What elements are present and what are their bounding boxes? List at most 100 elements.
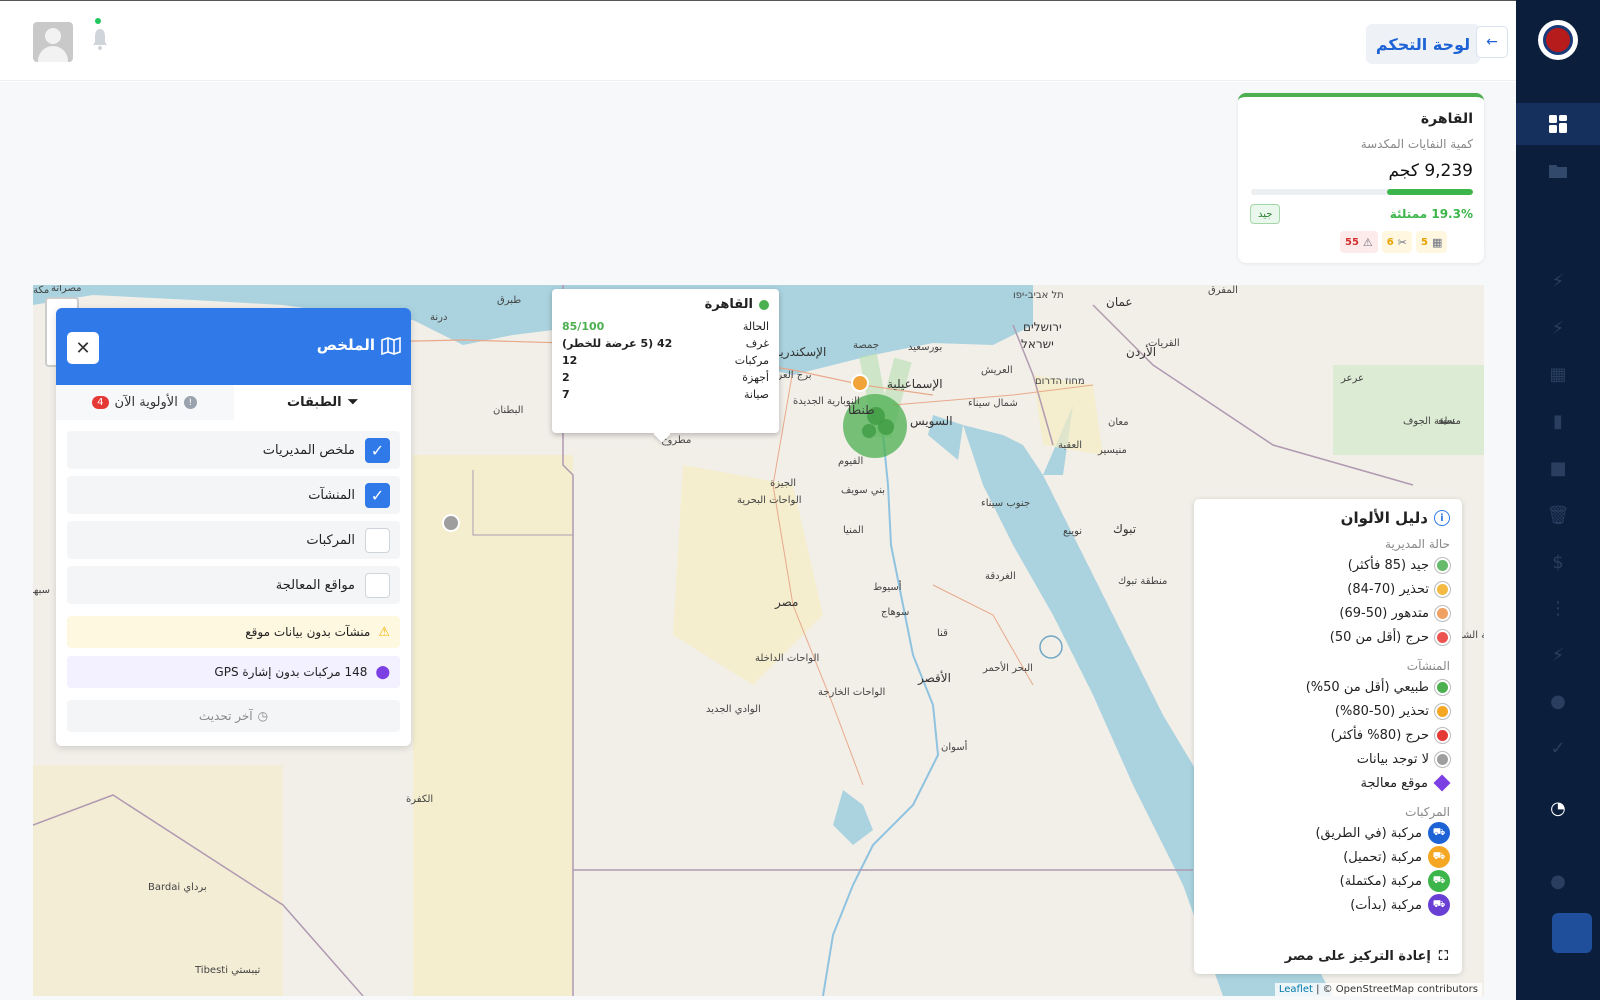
- checkbox-vehicles[interactable]: [365, 527, 390, 553]
- dashboard-icon: [1549, 115, 1567, 133]
- layer-row-vehicles[interactable]: المركبات: [67, 521, 400, 559]
- map-place-label: قنا: [937, 628, 948, 639]
- layer-row-directorates[interactable]: ✓ ملخص المديريات: [67, 431, 400, 469]
- breadcrumb-dashboard[interactable]: لوحة التحكم: [1366, 24, 1480, 64]
- map-place-label: البطنان: [493, 405, 524, 416]
- map-place-label: الواحات الداخلة: [755, 653, 820, 664]
- legend-label: موقع معالجة: [1360, 775, 1428, 791]
- sidebar-item-8[interactable]: ⋮: [1516, 587, 1600, 629]
- tooltip-table: الحالة 85/100 غرف 42 (5 عرضة للخطر) مركبات…: [562, 318, 769, 403]
- sidebar-item-12[interactable]: ◔: [1516, 787, 1600, 829]
- map-place-label: الواحات الخارجة: [818, 687, 886, 698]
- tab-priority-label: الأولوية الآن: [114, 395, 178, 410]
- avatar[interactable]: [33, 22, 73, 62]
- tooltip-value: 85/100: [562, 320, 605, 333]
- tooltip-value: 12: [562, 354, 578, 367]
- sidebar-item-13[interactable]: ●: [1516, 860, 1600, 902]
- map-place-label: Tibesti تيبستي: [195, 965, 261, 976]
- maintenance-count: 6: [1386, 236, 1394, 248]
- tooltip-row: مركبات 12: [562, 352, 769, 369]
- map-place-label: عرعر: [1341, 373, 1364, 384]
- gps-notice[interactable]: ⬤ 148 مركبات بدون إشارة GPS: [67, 656, 400, 688]
- maintenance-stat: 6 ✂: [1381, 231, 1412, 253]
- sidebar-item-9[interactable]: ⚡: [1516, 634, 1600, 676]
- logo: [1538, 20, 1578, 60]
- sidebar-item-1[interactable]: ⚡: [1516, 260, 1600, 302]
- status-swatch: [1435, 751, 1450, 767]
- bell-icon[interactable]: [91, 27, 109, 51]
- map-place-label: الوادي الجديد: [706, 704, 761, 715]
- status-dot: [759, 299, 769, 310]
- governorate-card[interactable]: القاهرة كمية النفايات المكدسة 9,239 كجم …: [1238, 93, 1484, 263]
- sidebar-item-dashboard[interactable]: [1516, 103, 1600, 145]
- sidebar-item-10[interactable]: ●: [1516, 680, 1600, 722]
- info-icon: i: [1434, 510, 1450, 526]
- sidebar-item-11[interactable]: ✓: [1516, 727, 1600, 769]
- sidebar-item-3[interactable]: ▦: [1516, 353, 1600, 395]
- close-button[interactable]: ✕: [67, 332, 99, 364]
- tooltip-key: غرف: [745, 337, 769, 350]
- legend-item: ⛟ مركبة (مكتملة): [1206, 869, 1450, 893]
- map-place-label: جمصة: [853, 340, 879, 351]
- card-stats: 55 ⚠ 6 ✂ 5 ▦: [1340, 231, 1448, 253]
- legend-label: مركبة (مكتملة): [1339, 873, 1422, 889]
- back-button[interactable]: ←: [1476, 26, 1508, 58]
- map-place-label: الغردقة: [985, 571, 1016, 582]
- layer-row-treatment[interactable]: مواقع المعالجة: [67, 566, 400, 604]
- legend-title-text: دليل الألوان: [1340, 509, 1428, 527]
- map-place-label: ישראל: [1021, 337, 1054, 351]
- tab-layers-label: الطبقات: [287, 395, 342, 410]
- top-header: لوحة التحكم ←: [0, 1, 1516, 81]
- legend-facilities-list: طبيعي (أقل من 50%) تحذير (50-80%) حرج (80%…: [1206, 675, 1450, 771]
- sidebar-item-4[interactable]: ▮: [1516, 400, 1600, 442]
- legend-item: تحذير (50-80%): [1206, 699, 1450, 723]
- scroll-top-button[interactable]: [1552, 913, 1592, 953]
- leaflet-link[interactable]: Leaflet: [1279, 984, 1313, 995]
- tooltip-key: مركبات: [734, 354, 769, 367]
- map-tooltip: القاهرة الحالة 85/100 غرف 42 (5 عرضة للخطر…: [552, 289, 779, 443]
- tooltip-title: القاهرة: [562, 297, 769, 312]
- tooltip-row: غرف 42 (5 عرضة للخطر): [562, 335, 769, 352]
- warning-no-location[interactable]: ⚠ منشآت بدون بيانات موقع: [67, 616, 400, 648]
- sidebar-item-files[interactable]: [1516, 150, 1600, 192]
- summary-panel: الملخص ✕ ⏷ الطبقات ! الأولوية الآن 4 ✓ ملخص …: [56, 308, 411, 746]
- map-place-label: الواحات البحرية: [737, 495, 802, 506]
- checkbox-facilities[interactable]: ✓: [365, 482, 390, 508]
- map-place-label: أسيوط: [873, 582, 902, 593]
- sidebar-item-2[interactable]: ⚡: [1516, 307, 1600, 349]
- map-place-label: ירושלים: [1023, 320, 1062, 334]
- status-swatch: [1435, 581, 1450, 597]
- facilities-count: 5: [1420, 236, 1428, 248]
- status-swatch: [1435, 727, 1450, 743]
- map-attribution: Leaflet | © OpenStreetMap contributors: [1274, 983, 1482, 996]
- status-badge: جيد: [1250, 204, 1281, 224]
- tab-layers[interactable]: ⏷ الطبقات: [234, 385, 411, 420]
- map-place-label: بورسعيد: [908, 342, 943, 353]
- map-place-label: Bardai برداي: [148, 882, 207, 893]
- map-place-label: شمال سيناء: [968, 398, 1018, 409]
- legend-label: جيد (85 فأكثر): [1347, 557, 1429, 573]
- last-update[interactable]: ◷ آخر تحديث: [67, 700, 400, 732]
- vehicle-icon: ⛟: [1428, 822, 1450, 844]
- sidebar-item-5[interactable]: ■: [1516, 447, 1600, 489]
- bolt-icon: ⚡: [1551, 644, 1565, 666]
- sidebar-item-6[interactable]: 🗑: [1516, 494, 1600, 536]
- tooltip-row: الحالة 85/100: [562, 318, 769, 335]
- tooltip-key: صيانة: [744, 388, 769, 401]
- layer-label: المركبات: [306, 532, 355, 548]
- checkbox-treatment[interactable]: [365, 572, 390, 598]
- legend-label: حرج (أقل من 50): [1329, 629, 1429, 645]
- refocus-egypt-button[interactable]: ⛶ إعادة التركيز على مصر: [1284, 941, 1454, 971]
- tab-priority[interactable]: ! الأولوية الآن 4: [56, 385, 233, 420]
- legend-item: تحذير (70-84): [1206, 577, 1450, 601]
- card-amount: 9,239 كجم: [1388, 161, 1473, 181]
- tooltip-title-text: القاهرة: [704, 297, 753, 312]
- chart-icon: ▮: [1553, 410, 1563, 432]
- bolt-icon: ⚡: [1551, 270, 1565, 292]
- checkbox-directorates[interactable]: ✓: [365, 437, 390, 463]
- map-place-label: سبها: [33, 585, 51, 596]
- tooltip-value: 7: [562, 388, 570, 401]
- sidebar-item-7[interactable]: $: [1516, 541, 1600, 583]
- layer-row-facilities[interactable]: ✓ المنشآت: [67, 476, 400, 514]
- warning-icon: ⚠: [1362, 235, 1373, 249]
